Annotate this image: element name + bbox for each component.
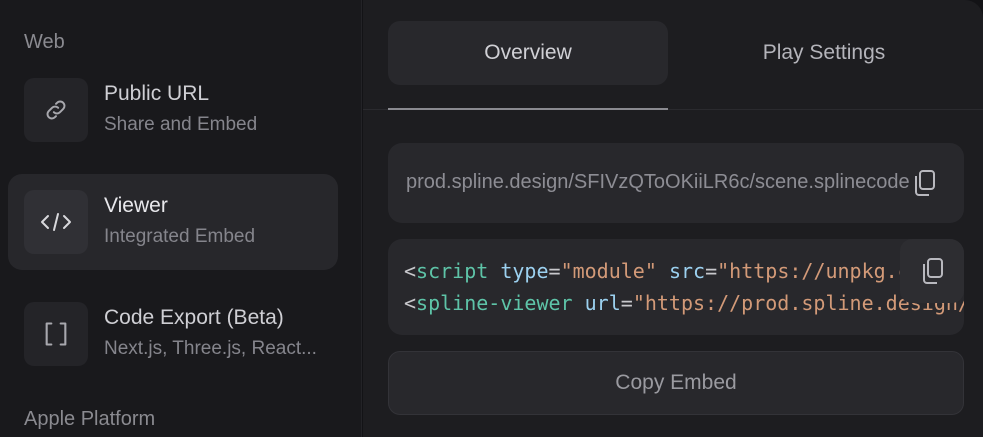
sidebar-item-subtitle: Next.js, Three.js, React... bbox=[104, 338, 317, 359]
public-url-field[interactable]: prod.spline.design/SFIVzQToOKiiLR6c/scen… bbox=[388, 143, 964, 223]
code-line-script: <script type="module" src="https://unpkg… bbox=[404, 259, 964, 283]
code-icon bbox=[24, 190, 88, 254]
tab-play-settings[interactable]: Play Settings bbox=[684, 21, 964, 85]
main-panel: Overview Play Settings prod.spline.desig… bbox=[363, 0, 983, 437]
url-text: prod.spline.design/SFIVzQToOKiiLR6c/scen… bbox=[406, 171, 910, 193]
section-label-apple-platform: Apple Platform bbox=[24, 408, 156, 430]
copy-url-button[interactable] bbox=[892, 151, 956, 215]
sidebar-item-public-url[interactable]: Public URL Share and Embed bbox=[8, 62, 338, 158]
copy-code-button[interactable] bbox=[900, 239, 964, 303]
embed-code-block[interactable]: <script type="module" src="https://unpkg… bbox=[388, 239, 964, 335]
sidebar-item-code-export[interactable]: Code Export (Beta) Next.js, Three.js, Re… bbox=[8, 286, 338, 382]
tab-overview[interactable]: Overview bbox=[388, 21, 668, 85]
link-icon bbox=[24, 78, 88, 142]
copy-embed-button[interactable]: Copy Embed bbox=[388, 351, 964, 415]
copy-icon bbox=[915, 170, 935, 196]
code-line-viewer: <spline-viewer url="https://prod.spline.… bbox=[404, 291, 964, 315]
sidebar-item-title: Code Export (Beta) bbox=[104, 306, 284, 329]
sidebar-item-viewer[interactable]: Viewer Integrated Embed bbox=[8, 174, 338, 270]
sidebar-item-title: Public URL bbox=[104, 82, 210, 105]
sidebar-item-subtitle: Share and Embed bbox=[104, 114, 258, 135]
active-tab-indicator bbox=[388, 108, 668, 110]
copy-icon bbox=[923, 258, 943, 284]
brackets-icon bbox=[24, 302, 88, 366]
sidebar-item-subtitle: Integrated Embed bbox=[104, 226, 256, 247]
section-label-web: Web bbox=[24, 31, 65, 53]
sidebar: Web Public URL Share and Embed Viewer In… bbox=[0, 0, 362, 437]
sidebar-item-title: Viewer bbox=[104, 194, 168, 217]
